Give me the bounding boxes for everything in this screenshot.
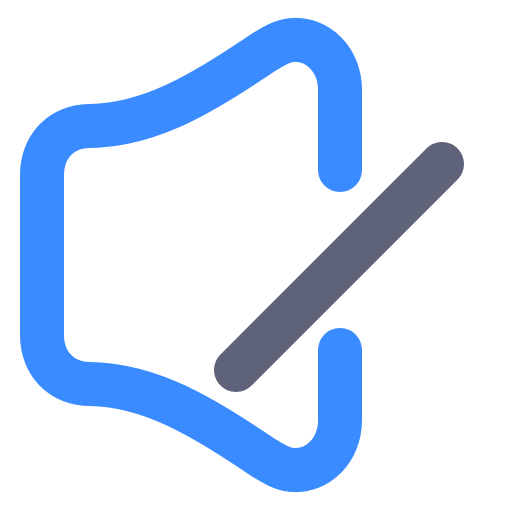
speaker-body-icon (20, 17, 362, 493)
icon-canvas (0, 0, 512, 512)
speaker-mute-icon (20, 17, 464, 493)
